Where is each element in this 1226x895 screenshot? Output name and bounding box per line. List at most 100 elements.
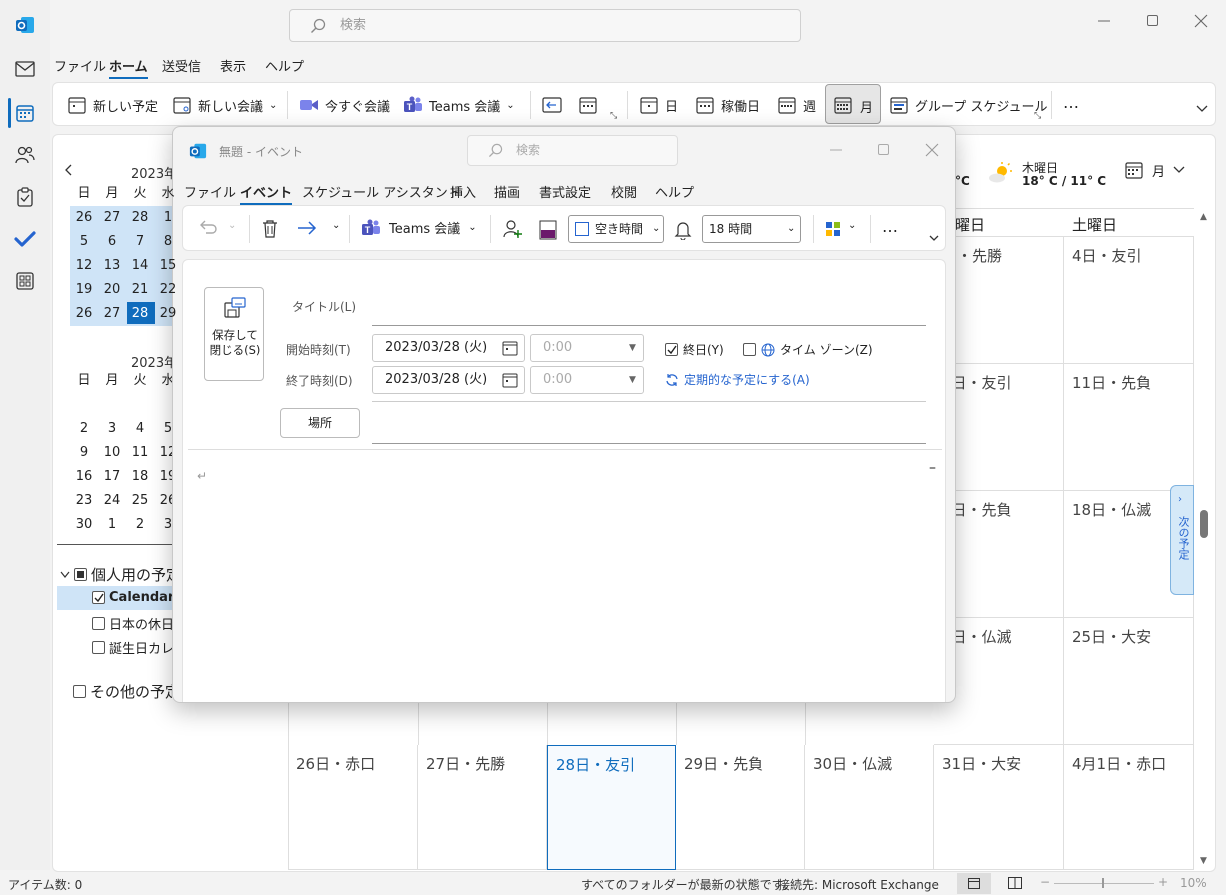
minical-day[interactable]: 30 [70, 513, 98, 537]
start-time-field[interactable]: 0:00 ▼ [530, 334, 644, 362]
maximize-icon[interactable] [877, 143, 891, 157]
minical-day[interactable]: 13 [98, 254, 126, 278]
minical-day[interactable]: 23 [70, 489, 98, 513]
minical-day[interactable]: 4 [126, 417, 154, 441]
minimize-icon[interactable] [829, 143, 843, 157]
location-input[interactable] [372, 443, 926, 444]
apps-icon[interactable] [10, 266, 40, 296]
minical-day[interactable]: 27 [98, 302, 126, 326]
close-icon[interactable] [925, 143, 939, 157]
day-cell[interactable]: 11日・先負 [1064, 364, 1194, 491]
minical-day[interactable]: 8 [154, 230, 182, 254]
day-cell[interactable]: 26日・赤口 [288, 745, 418, 870]
dialog-tab-scheduling[interactable]: スケジュール アシスタント [302, 182, 461, 201]
minical-day[interactable]: 9 [70, 441, 98, 465]
next-appointment-tab[interactable]: › 次の予定 [1170, 485, 1194, 595]
day-cell[interactable]: 29日・先負 [676, 745, 805, 870]
people-icon[interactable] [10, 140, 40, 170]
minical-day[interactable]: 21 [126, 278, 154, 302]
all-day-checkbox[interactable]: 終日(Y) [665, 341, 724, 358]
day-cell[interactable]: 31日・大安 [934, 745, 1064, 870]
normal-view-button[interactable] [957, 873, 991, 894]
week-view-button[interactable]: 週 [777, 92, 816, 118]
folder-group-personal[interactable]: 個人用の予定 [60, 564, 181, 585]
minical-day[interactable]: 12 [70, 254, 98, 278]
recurring-link[interactable]: 定期的な予定にする(A) [665, 371, 810, 388]
minical-day[interactable]: 22 [154, 278, 182, 302]
work-week-button[interactable]: 稼働日 [695, 92, 760, 118]
new-appointment-button[interactable]: 新しい予定 [67, 92, 158, 118]
day-cell[interactable]: 28日・友引 [547, 745, 676, 870]
minical-day[interactable]: 20 [98, 278, 126, 302]
teams-meeting-button[interactable]: T Teams 会議 ⌄ [403, 92, 515, 118]
chevron-down-icon[interactable]: ⌄ [228, 220, 236, 231]
ribbon-expand-icon[interactable] [1196, 105, 1208, 113]
minical-day[interactable]: 24 [98, 489, 126, 513]
day-cell[interactable]: 4月1日・赤口 [1064, 745, 1194, 870]
dialog-tab-event[interactable]: イベント [240, 182, 293, 205]
day-cell[interactable]: 25日・大安 [1064, 618, 1194, 745]
new-meeting-button[interactable]: 新しい会議 ⌄ [172, 92, 277, 118]
forward-arrow-icon[interactable] [296, 220, 318, 236]
minical-day[interactable]: 1 [154, 206, 182, 230]
menu-help[interactable]: ヘルプ [265, 56, 304, 75]
minical-day[interactable]: 6 [98, 230, 126, 254]
mail-icon[interactable] [10, 54, 40, 84]
view-switcher[interactable]: 月 [1124, 160, 1185, 180]
scroll-up-icon[interactable]: ▲ [1200, 212, 1207, 222]
main-search-input[interactable]: 検索 [289, 9, 801, 42]
reminder-dropdown[interactable]: 18 時間 ⌄ [702, 215, 801, 243]
dialog-tab-help[interactable]: ヘルプ [655, 182, 694, 201]
event-body-editor[interactable] [188, 455, 942, 700]
dialog-teams-button[interactable]: T Teams 会議 ⌄ [361, 218, 477, 237]
minical-day[interactable]: 28 [126, 302, 154, 326]
dialog-launcher-icon[interactable]: ⤡ [1034, 111, 1041, 121]
minical-day[interactable]: 11 [126, 441, 154, 465]
zoom-slider-thumb[interactable] [1102, 878, 1104, 888]
menu-view[interactable]: 表示 [220, 56, 246, 75]
prev-month-icon[interactable] [63, 163, 73, 177]
checkbox[interactable] [92, 617, 105, 630]
minical-day[interactable]: 1 [98, 513, 126, 537]
minical-day[interactable]: 19 [70, 278, 98, 302]
dialog-tab-format[interactable]: 書式設定 [539, 182, 591, 201]
save-close-button[interactable]: 保存して閉じる(S) [204, 287, 264, 381]
calendar-picker-icon[interactable] [502, 340, 518, 356]
scrollbar-thumb[interactable] [1200, 510, 1208, 538]
location-button[interactable]: 場所 [280, 408, 360, 438]
menu-home[interactable]: ホーム [109, 56, 148, 79]
chevron-down-icon[interactable]: ⌄ [332, 220, 340, 231]
end-date-field[interactable]: 2023/03/28 (火) [372, 366, 525, 394]
close-icon[interactable] [1194, 14, 1214, 34]
title-input[interactable] [372, 325, 926, 326]
month-view-button[interactable]: 月 [825, 84, 881, 124]
go-to-today-button[interactable] [578, 92, 598, 118]
minical-day[interactable]: 16 [70, 465, 98, 489]
minical-day[interactable]: 26 [70, 302, 98, 326]
minical-day[interactable]: 25 [126, 489, 154, 513]
scroll-down-icon[interactable]: ▼ [1200, 856, 1207, 866]
todo-icon[interactable] [10, 224, 40, 254]
folder-group-other[interactable]: その他の予定 [73, 681, 180, 702]
minical-day[interactable]: 2 [126, 513, 154, 537]
calendar-icon[interactable] [10, 98, 40, 128]
minical-day[interactable]: 2 [70, 417, 98, 441]
menu-send-receive[interactable]: 送受信 [162, 56, 201, 75]
dialog-tab-review[interactable]: 校閲 [611, 182, 637, 201]
minical-day[interactable]: 17 [98, 465, 126, 489]
more-options-icon[interactable]: … [882, 217, 898, 236]
day-cell[interactable]: 27日・先勝 [418, 745, 547, 870]
group-checkbox[interactable] [74, 568, 87, 581]
dialog-tab-draw[interactable]: 描画 [494, 182, 520, 201]
go-back-button[interactable] [542, 92, 562, 118]
ribbon-expand-icon[interactable] [929, 235, 939, 242]
end-time-field[interactable]: 0:00 ▼ [530, 366, 644, 394]
checkbox[interactable] [743, 343, 756, 356]
add-attendee-icon[interactable] [502, 218, 524, 240]
show-as-dropdown[interactable]: 空き時間 ⌄ [568, 215, 664, 243]
minical-day[interactable]: 7 [126, 230, 154, 254]
zoom-slider[interactable] [1054, 883, 1154, 884]
minical-day[interactable]: 26 [70, 206, 98, 230]
minical-day[interactable]: 28 [126, 206, 154, 230]
zoom-out-icon[interactable]: − [1040, 875, 1050, 889]
